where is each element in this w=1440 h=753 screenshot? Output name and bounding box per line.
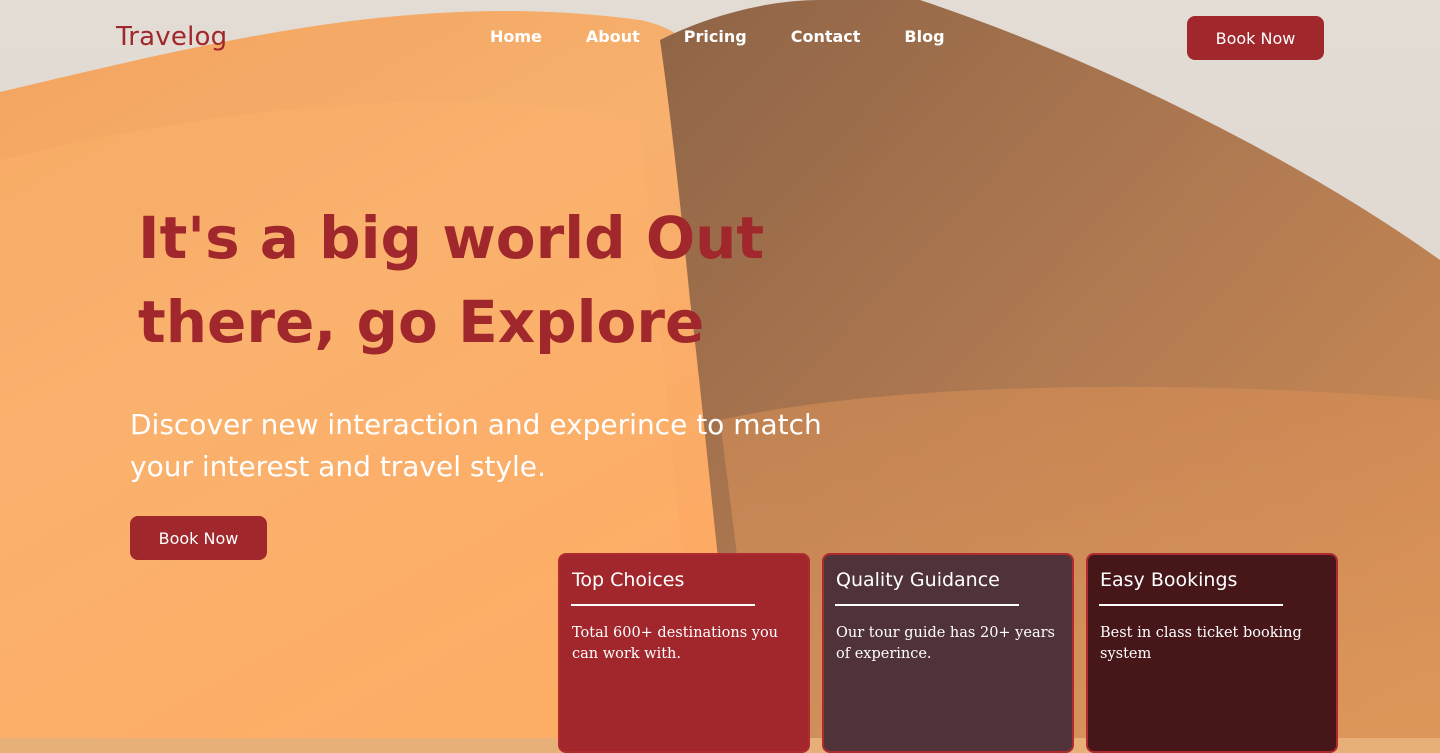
feature-card-title: Top Choices [572, 569, 685, 591]
feature-card-easy-bookings: Easy Bookings Best in class ticket booki… [1086, 553, 1338, 753]
hero-subtitle: Discover new interaction and experince t… [130, 408, 822, 483]
site-header: Travelog Home About Pricing Contact Blog… [0, 0, 1440, 80]
nav-link-about[interactable]: About [586, 27, 640, 46]
nav-link-contact[interactable]: Contact [791, 27, 861, 46]
nav-link-pricing[interactable]: Pricing [684, 27, 747, 46]
nav-link-home[interactable]: Home [490, 27, 542, 46]
nav-link-blog[interactable]: Blog [904, 27, 944, 46]
feature-card-title: Easy Bookings [1100, 569, 1238, 591]
hero-title: It's a big world Out there, go Explore [138, 204, 765, 356]
nav-item-home: Home [490, 27, 542, 46]
feature-card-text: Best in class ticket booking system [1100, 625, 1302, 662]
feature-card-divider [571, 604, 755, 606]
nav-item-blog: Blog [904, 27, 944, 46]
nav-item-contact: Contact [791, 27, 861, 46]
main-nav: Home About Pricing Contact Blog [490, 27, 989, 46]
nav-item-pricing: Pricing [684, 27, 747, 46]
feature-card-divider [835, 604, 1019, 606]
nav-item-about: About [586, 27, 640, 46]
header-book-now-button[interactable]: Book Now [1187, 16, 1324, 60]
feature-card-text: Total 600+ destinations you can work wit… [572, 625, 779, 662]
feature-card-divider [1099, 604, 1283, 606]
feature-card-quality-guidance: Quality Guidance Our tour guide has 20+ … [822, 553, 1074, 753]
hero-book-now-button[interactable]: Book Now [130, 516, 267, 560]
site-logo[interactable]: Travelog [116, 22, 227, 52]
feature-card-top-choices: Top Choices Total 600+ destinations you … [558, 553, 810, 753]
feature-card-text: Our tour guide has 20+ years of experinc… [836, 625, 1055, 662]
feature-card-title: Quality Guidance [836, 569, 1000, 591]
